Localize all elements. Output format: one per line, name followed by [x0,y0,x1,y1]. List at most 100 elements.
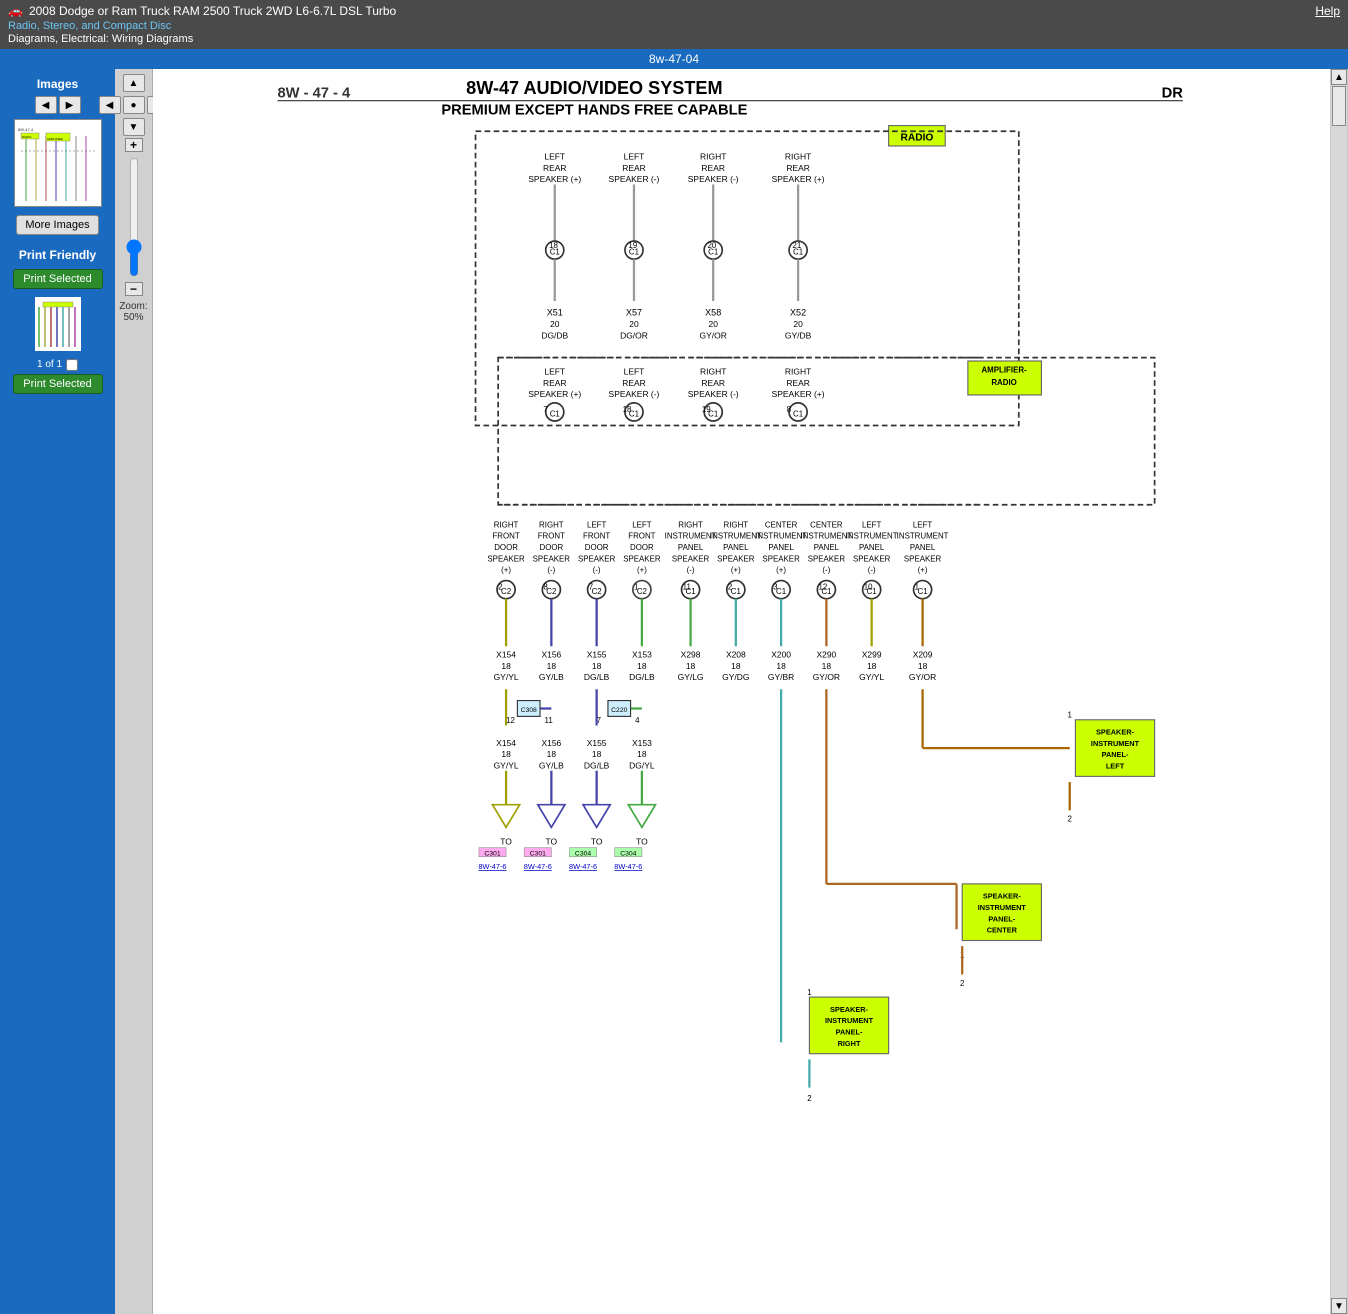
zoom-plus-button[interactable]: + [125,138,143,152]
diagram-title-sub: PREMIUM EXCEPT HANDS FREE CAPABLE [441,102,747,118]
svg-text:PANEL: PANEL [678,543,704,552]
svg-text:18: 18 [501,749,511,759]
svg-text:11: 11 [683,583,692,592]
svg-text:FRONT: FRONT [538,532,565,541]
svg-text:SPEAKER (+): SPEAKER (+) [528,174,581,184]
svg-text:CENTER: CENTER [765,520,798,529]
svg-text:X156: X156 [541,738,561,748]
svg-text:21: 21 [792,241,801,250]
svg-text:GY/OR: GY/OR [909,672,936,682]
header: 🚗 2008 Dodge or Ram Truck RAM 2500 Truck… [0,0,1348,49]
page-checkbox[interactable] [66,359,78,371]
scroll-thumb[interactable] [1332,86,1346,126]
svg-text:X200: X200 [771,650,791,660]
prev-image-button[interactable]: ◀ [35,96,57,114]
svg-text:SPEAKER (-): SPEAKER (-) [609,389,660,399]
print-selected-button-2[interactable]: Print Selected [13,374,103,394]
svg-text:X299: X299 [862,650,882,660]
svg-text:LEFT: LEFT [862,520,881,529]
help-link[interactable]: Help [1315,4,1340,18]
svg-text:(-): (-) [687,566,695,575]
svg-text:RIGHT: RIGHT [724,520,749,529]
svg-text:3: 3 [773,583,778,592]
svg-text:INSTRUMENT: INSTRUMENT [710,532,762,541]
svg-text:C304: C304 [620,851,636,858]
svg-text:REAR: REAR [701,163,725,173]
svg-text:11: 11 [545,716,554,725]
svg-text:TO: TO [591,836,603,846]
svg-text:X156: X156 [541,650,561,660]
scroll-track[interactable] [1331,85,1347,1298]
svg-text:8W-47-6: 8W-47-6 [569,862,597,871]
right-scrollbar[interactable]: ▲ ▼ [1330,69,1348,1314]
svg-text:DG/LB: DG/LB [629,672,655,682]
svg-text:DG/OR: DG/OR [620,330,648,340]
svg-text:1: 1 [634,583,639,592]
svg-text:18: 18 [822,661,832,671]
svg-text:8: 8 [787,405,792,414]
svg-text:LEFT: LEFT [587,520,606,529]
svg-text:DOOR: DOOR [539,543,563,552]
sidebar: Images ◀ ▶ 8W-47-4 AMPLIFI [0,69,115,1314]
print-friendly-button[interactable]: Print Friendly [11,245,104,265]
image-thumbnail: 8W-47-4 AMPLIFIER RADIO [14,119,102,207]
svg-text:AMPLIFIER: AMPLIFIER [47,137,64,141]
svg-text:18: 18 [547,661,557,671]
scroll-down-button[interactable]: ▼ [1331,1298,1347,1314]
svg-text:C1: C1 [550,409,561,418]
svg-text:19: 19 [702,405,711,414]
svg-text:18: 18 [776,661,786,671]
svg-text:C220: C220 [611,707,627,714]
svg-text:(-): (-) [822,566,830,575]
svg-text:DOOR: DOOR [494,543,518,552]
svg-text:18: 18 [592,749,602,759]
svg-text:C304: C304 [575,851,591,858]
title-block: 🚗 2008 Dodge or Ram Truck RAM 2500 Truck… [8,4,396,45]
svg-text:RIGHT: RIGHT [678,520,703,529]
svg-text:LEFT: LEFT [624,367,645,377]
svg-text:18: 18 [918,661,928,671]
diagram-area[interactable]: 8W - 47 - 4 8W-47 AUDIO/VIDEO SYSTEM PRE… [153,69,1330,1314]
nav-center-button[interactable]: ● [123,96,145,114]
svg-text:SPEAKER-: SPEAKER- [1096,728,1135,737]
svg-text:PANEL-: PANEL- [836,1027,863,1036]
zoom-label: Zoom: 50% [119,301,147,323]
print-selected-button-1[interactable]: Print Selected [13,269,103,289]
svg-text:INSTRUMENT: INSTRUMENT [665,532,717,541]
scroll-up-button[interactable]: ▲ [1331,69,1347,85]
svg-text:FRONT: FRONT [628,532,655,541]
svg-text:REAR: REAR [786,378,810,388]
svg-text:X208: X208 [726,650,746,660]
svg-text:X154: X154 [496,738,516,748]
page-counter: 1 of 1 [37,359,62,370]
svg-text:C308: C308 [521,707,537,714]
next-image-button[interactable]: ▶ [59,96,81,114]
svg-text:RIGHT: RIGHT [785,152,811,162]
svg-text:18: 18 [867,661,877,671]
more-images-button[interactable]: More Images [16,215,98,235]
svg-text:SPEAKER (-): SPEAKER (-) [609,174,660,184]
svg-text:SPEAKER: SPEAKER [853,554,891,563]
images-label: Images [37,77,78,91]
svg-text:GY/LB: GY/LB [539,672,564,682]
svg-text:INSTRUMENT: INSTRUMENT [978,903,1027,912]
svg-text:C1: C1 [776,587,787,596]
svg-text:RIGHT: RIGHT [838,1039,861,1048]
svg-text:RIGHT: RIGHT [494,520,519,529]
page-thumbnail [33,295,83,353]
svg-text:GY/LB: GY/LB [539,760,564,770]
nav-bottom-button[interactable]: ▼ [123,118,145,136]
svg-text:SPEAKER: SPEAKER [672,554,710,563]
svg-text:2: 2 [498,583,502,592]
svg-text:X155: X155 [587,650,607,660]
svg-text:LEFT: LEFT [544,367,565,377]
nav-left-button[interactable]: ◀ [99,96,121,114]
diagram-section-id: 8W - 47 - 4 [277,85,351,101]
diagram-title-main: 8W-47 AUDIO/VIDEO SYSTEM [466,78,722,98]
svg-text:RIGHT: RIGHT [539,520,564,529]
svg-text:DOOR: DOOR [630,543,654,552]
nav-top-button[interactable]: ▲ [123,74,145,92]
zoom-minus-button[interactable]: − [125,282,143,296]
svg-text:7: 7 [597,716,601,725]
zoom-slider[interactable] [126,157,142,277]
